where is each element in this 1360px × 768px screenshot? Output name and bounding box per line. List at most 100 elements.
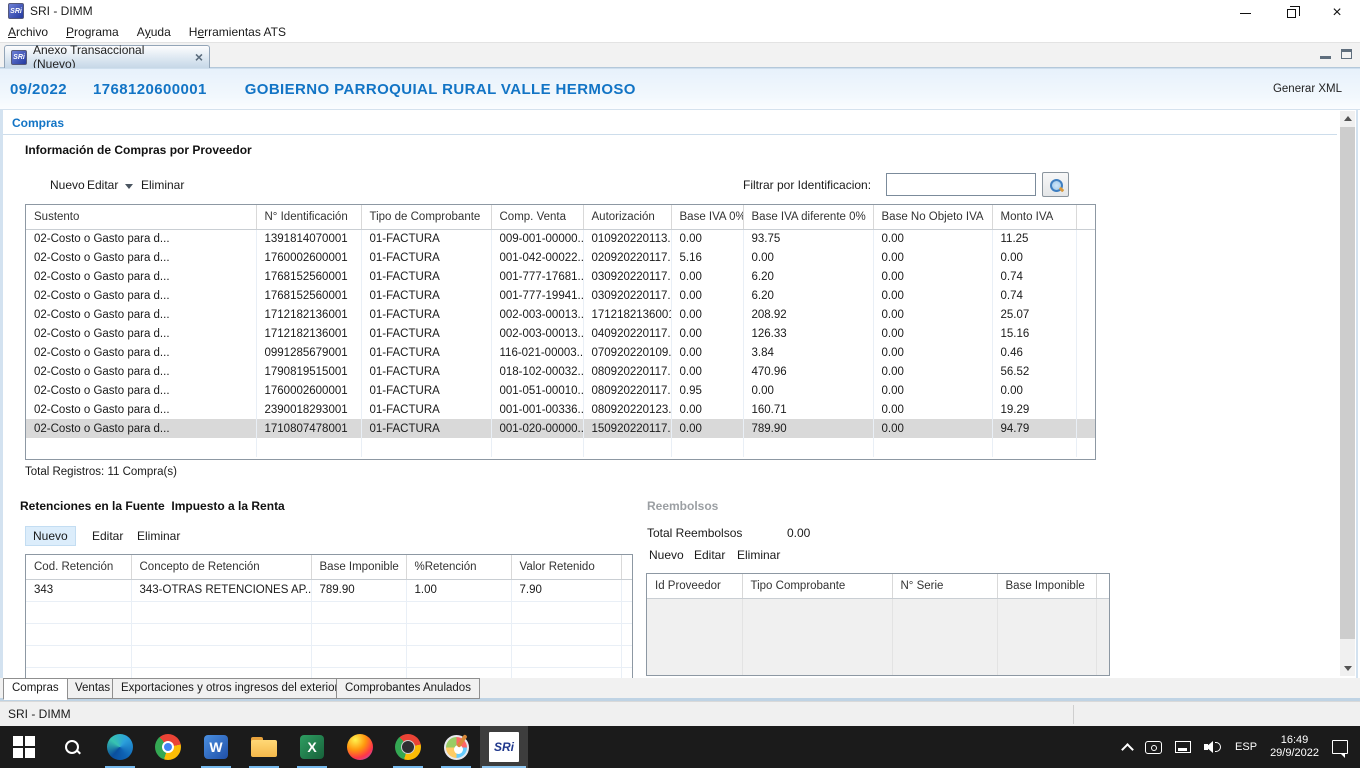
tab-anexo-transaccional[interactable]: SRi Anexo Transaccional (Nuevo) × — [4, 45, 210, 68]
language-indicator[interactable]: ESP — [1235, 741, 1257, 753]
table-row[interactable]: 02-Costo o Gasto para d...17681525600010… — [26, 286, 1096, 305]
taskbar-explorer-button[interactable] — [240, 726, 288, 768]
scrollbar-thumb[interactable] — [1340, 127, 1355, 639]
taskbar-paint-button[interactable] — [432, 726, 480, 768]
cell — [26, 645, 131, 667]
tab-close-icon[interactable]: × — [195, 51, 203, 63]
taskbar-edge-button[interactable] — [96, 726, 144, 768]
cell — [1096, 650, 1110, 676]
taskbar-word-button[interactable]: W — [192, 726, 240, 768]
column-header[interactable]: Id Proveedor — [647, 574, 742, 598]
eliminar-button[interactable]: Eliminar — [137, 176, 188, 194]
column-header[interactable]: Monto IVA — [992, 205, 1076, 229]
table-row[interactable]: 02-Costo o Gasto para d...17600026000010… — [26, 248, 1096, 267]
column-header[interactable]: Base Imponible — [997, 574, 1096, 598]
panel-right-edge — [1356, 110, 1358, 678]
column-header[interactable] — [1076, 205, 1096, 229]
column-header[interactable]: Concepto de Retención — [131, 555, 311, 579]
column-header[interactable]: Tipo de Comprobante — [361, 205, 491, 229]
column-header[interactable]: Cod. Retención — [26, 555, 131, 579]
scroll-up-button[interactable] — [1340, 111, 1355, 126]
cell: 15.16 — [992, 324, 1076, 343]
retenciones-editar-button[interactable]: Editar — [88, 527, 127, 545]
menu-herramientas-ats[interactable]: Herramientas ATS — [180, 22, 295, 42]
table-row[interactable]: 02-Costo o Gasto para d...17121821360010… — [26, 305, 1096, 324]
tab-comprobantes-anulados[interactable]: Comprobantes Anulados — [336, 678, 480, 699]
table-row[interactable]: 02-Costo o Gasto para d...17908195150010… — [26, 362, 1096, 381]
cell: 020920220117... — [583, 248, 671, 267]
filter-input[interactable] — [886, 173, 1036, 196]
reembolsos-nuevo-button[interactable]: Nuevo — [645, 546, 688, 564]
reembolsos-editar-button[interactable]: Editar — [690, 546, 729, 564]
table-row[interactable]: 02-Costo o Gasto para d...17681525600010… — [26, 267, 1096, 286]
column-header[interactable]: N° Identificación — [256, 205, 361, 229]
column-header[interactable]: Tipo Comprobante — [742, 574, 892, 598]
volume-icon[interactable] — [1204, 740, 1222, 754]
cell — [131, 623, 311, 645]
column-header[interactable]: Comp. Venta — [491, 205, 583, 229]
search-button[interactable] — [1042, 172, 1069, 197]
table-row[interactable]: 343343-OTRAS RETENCIONES AP...789.901.00… — [26, 579, 633, 601]
column-header[interactable]: N° Serie — [892, 574, 997, 598]
column-header[interactable] — [1096, 574, 1110, 598]
column-header[interactable]: Base Imponible — [311, 555, 406, 579]
column-header[interactable]: Sustento — [26, 205, 256, 229]
column-header[interactable]: Valor Retenido — [511, 555, 621, 579]
cell: 0.00 — [873, 419, 992, 438]
cell — [743, 438, 873, 457]
tab-compras[interactable]: Compras — [3, 678, 68, 700]
generar-xml-button[interactable]: Generar XML — [1273, 83, 1342, 95]
panel-maximize-icon[interactable] — [1341, 49, 1352, 59]
panel-minimize-icon[interactable] — [1320, 50, 1331, 59]
editar-button[interactable]: Editar — [83, 176, 122, 194]
cell: 0.74 — [992, 286, 1076, 305]
start-button[interactable] — [0, 726, 48, 768]
taskbar-search-button[interactable] — [48, 726, 96, 768]
column-header[interactable]: Base IVA diferente 0% — [743, 205, 873, 229]
taskbar-clock[interactable]: 16:49 29/9/2022 — [1270, 734, 1319, 760]
table-row[interactable]: 02-Costo o Gasto para d...17108074780010… — [26, 419, 1096, 438]
action-center-icon[interactable] — [1332, 740, 1348, 754]
cell — [621, 579, 633, 601]
taxpayer-name-label: GOBIERNO PARROQUIAL RURAL VALLE HERMOSO — [245, 81, 636, 98]
tray-expand-icon[interactable] — [1121, 743, 1134, 756]
cell: 1768152560001 — [256, 286, 361, 305]
cell: 126.33 — [743, 324, 873, 343]
windows-logo-icon — [13, 736, 35, 758]
status-bar: SRI - DIMM — [0, 701, 1360, 726]
cell: 0.00 — [873, 229, 992, 248]
windows-taskbar: W X SRi ESP 16:49 29/9/2022 — [0, 726, 1360, 768]
content-scrollbar[interactable] — [1340, 111, 1355, 676]
cast-icon[interactable] — [1145, 741, 1162, 754]
cell — [511, 667, 621, 678]
scroll-down-button[interactable] — [1340, 661, 1355, 676]
taskbar-excel-button[interactable]: X — [288, 726, 336, 768]
retenciones-nuevo-button[interactable]: Nuevo — [25, 526, 76, 546]
scroll-down-icon — [1344, 666, 1352, 671]
tab-exportaciones[interactable]: Exportaciones y otros ingresos del exter… — [112, 678, 347, 699]
cell: 080920220117... — [583, 362, 671, 381]
column-header[interactable]: Base IVA 0% — [671, 205, 743, 229]
retenciones-eliminar-button[interactable]: Eliminar — [133, 527, 184, 545]
reembolsos-eliminar-button[interactable]: Eliminar — [733, 546, 784, 564]
table-row[interactable]: 02-Costo o Gasto para d...17600026000010… — [26, 381, 1096, 400]
column-header[interactable]: %Retención — [406, 555, 511, 579]
taskbar-firefox-button[interactable] — [336, 726, 384, 768]
network-icon[interactable] — [1175, 741, 1191, 753]
column-header[interactable]: Base No Objeto IVA — [873, 205, 992, 229]
menu-archivo[interactable]: Archivo — [0, 22, 57, 42]
table-row[interactable]: 02-Costo o Gasto para d...09912856790010… — [26, 343, 1096, 362]
column-header[interactable]: Autorización — [583, 205, 671, 229]
table-row[interactable]: 02-Costo o Gasto para d...17121821360010… — [26, 324, 1096, 343]
table-row[interactable]: 02-Costo o Gasto para d...23900182930010… — [26, 400, 1096, 419]
taskbar-chrome-button[interactable] — [144, 726, 192, 768]
menu-ayuda[interactable]: Ayuda — [128, 22, 180, 42]
menu-programa[interactable]: Programa — [57, 22, 128, 42]
cell — [26, 438, 256, 457]
taskbar-sri-dimm-button[interactable]: SRi — [480, 726, 528, 768]
editar-dropdown-icon[interactable] — [125, 184, 133, 189]
search-icon — [1050, 179, 1062, 191]
table-row[interactable]: 02-Costo o Gasto para d...13918140700010… — [26, 229, 1096, 248]
cell — [131, 667, 311, 678]
taskbar-chrome-profile-button[interactable] — [384, 726, 432, 768]
